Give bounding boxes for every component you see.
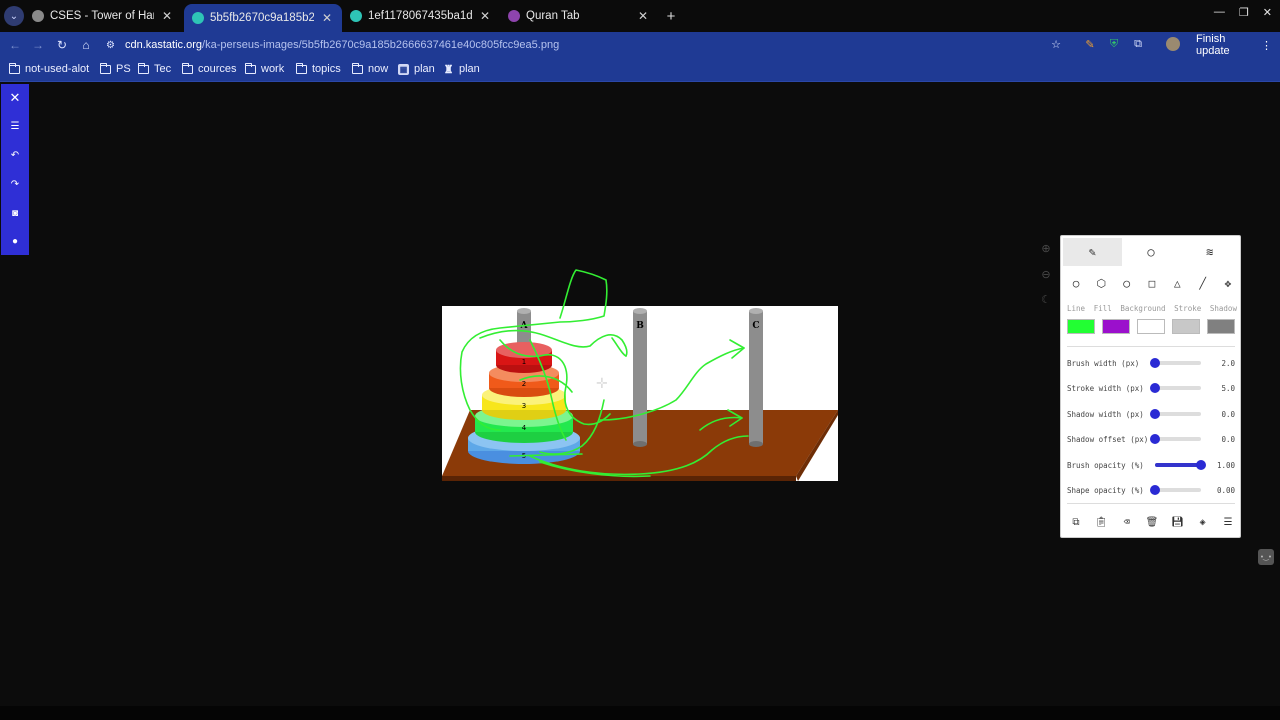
dark-mode-icon[interactable]: ☾	[1040, 293, 1052, 306]
draw-settings-panel: ✎ ○ ≋ ○ ⬡ ◯ □ △ ╱ ✥ Line Fill Background…	[1060, 235, 1241, 538]
move-icon[interactable]: ✥	[1221, 276, 1235, 290]
stroke-width-label: Stroke width (px)	[1067, 383, 1144, 393]
background-color-swatch[interactable]	[1137, 319, 1165, 334]
rectangle-icon[interactable]: □	[1145, 276, 1159, 290]
slider-fill	[1155, 463, 1201, 467]
circle-mode-icon[interactable]: ○	[1122, 238, 1181, 266]
shape-opacity-label: Shape opacity (%)	[1067, 485, 1144, 495]
brush-opacity-value: 1.00	[1216, 460, 1235, 470]
shadow-offset-slider[interactable]	[1150, 434, 1201, 444]
line-icon[interactable]: ╱	[1196, 276, 1210, 290]
bottom-band	[0, 706, 1280, 720]
shadow-offset-slider-row: Shadow offset (px) 0.0	[1067, 432, 1235, 446]
zoom-out-icon[interactable]: ⊖	[1040, 268, 1052, 281]
paste-icon[interactable]: 📋︎	[1094, 515, 1108, 529]
color-label-stroke: Stroke	[1174, 304, 1202, 313]
trash-icon[interactable]: 🗑︎	[1145, 515, 1159, 529]
shadow-width-slider-row: Shadow width (px) 0.0	[1067, 407, 1235, 421]
ellipse-icon[interactable]: ◯	[1120, 276, 1134, 290]
fill-color-swatch[interactable]	[1102, 319, 1130, 334]
slider-thumb[interactable]	[1150, 409, 1160, 419]
settings-icon[interactable]: ☰	[1221, 515, 1235, 529]
slider-thumb[interactable]	[1196, 460, 1206, 470]
color-label-background: Background	[1120, 304, 1166, 313]
brush-width-label: Brush width (px)	[1067, 358, 1140, 368]
shadow-width-value: 0.0	[1221, 409, 1235, 419]
spray-icon[interactable]: ≋	[1180, 238, 1239, 266]
triangle-icon[interactable]: △	[1170, 276, 1184, 290]
stroke-width-slider-row: Stroke width (px) 5.0	[1067, 381, 1235, 395]
shape-opacity-value: 0.00	[1216, 485, 1235, 495]
stroke-width-value: 5.0	[1221, 383, 1235, 393]
fill-bucket-icon[interactable]: ◈	[1196, 515, 1210, 529]
zoom-in-icon[interactable]: ⊕	[1040, 242, 1052, 255]
brush-width-slider-row: Brush width (px) 2.0	[1067, 356, 1235, 370]
eraser-icon[interactable]: ⌫	[1120, 515, 1134, 529]
shadow-width-slider[interactable]	[1150, 409, 1201, 419]
brush-width-value: 2.0	[1221, 358, 1235, 368]
slider-thumb[interactable]	[1150, 383, 1160, 393]
shape-opacity-slider[interactable]	[1150, 485, 1201, 495]
brush-opacity-slider-row: Brush opacity (%) 1.00	[1067, 458, 1235, 472]
shadow-width-label: Shadow width (px)	[1067, 409, 1144, 419]
slider-thumb[interactable]	[1150, 485, 1160, 495]
slider-thumb[interactable]	[1150, 434, 1160, 444]
shape-opacity-slider-row: Shape opacity (%) 0.00	[1067, 483, 1235, 497]
color-label-fill: Fill	[1093, 304, 1112, 313]
mode-tabs: ✎ ○ ≋	[1063, 238, 1239, 266]
page-corner-icon[interactable]: •‿•	[1258, 549, 1274, 565]
stroke-color-swatch[interactable]	[1172, 319, 1200, 334]
brush-width-slider[interactable]	[1150, 358, 1201, 368]
color-labels: Line Fill Background Stroke Shadow	[1067, 304, 1237, 313]
brush-opacity-slider[interactable]	[1155, 460, 1206, 470]
brush-opacity-label: Brush opacity (%)	[1067, 460, 1144, 470]
color-label-line: Line	[1067, 304, 1086, 313]
circle-icon[interactable]: ○	[1069, 276, 1083, 290]
divider	[1067, 503, 1235, 504]
slider-thumb[interactable]	[1150, 358, 1160, 368]
panel-actions: ⧉ 📋︎ ⌫ 🗑︎ 💾︎ ◈ ☰	[1069, 515, 1235, 529]
shape-tools: ○ ⬡ ◯ □ △ ╱ ✥	[1069, 276, 1235, 290]
divider	[1067, 346, 1235, 347]
line-color-swatch[interactable]	[1067, 319, 1095, 334]
color-label-shadow: Shadow	[1209, 304, 1237, 313]
color-swatches	[1067, 319, 1235, 334]
stroke-width-slider[interactable]	[1150, 383, 1201, 393]
shadow-offset-value: 0.0	[1221, 434, 1235, 444]
shadow-offset-label: Shadow offset (px)	[1067, 434, 1149, 444]
save-icon[interactable]: 💾︎	[1170, 515, 1184, 529]
shadow-color-swatch[interactable]	[1207, 319, 1235, 334]
crosshair-cursor: ✛	[596, 375, 608, 391]
pencil-icon[interactable]: ✎	[1063, 238, 1122, 266]
hexagon-icon[interactable]: ⬡	[1094, 276, 1108, 290]
copy-icon[interactable]: ⧉	[1069, 515, 1083, 529]
